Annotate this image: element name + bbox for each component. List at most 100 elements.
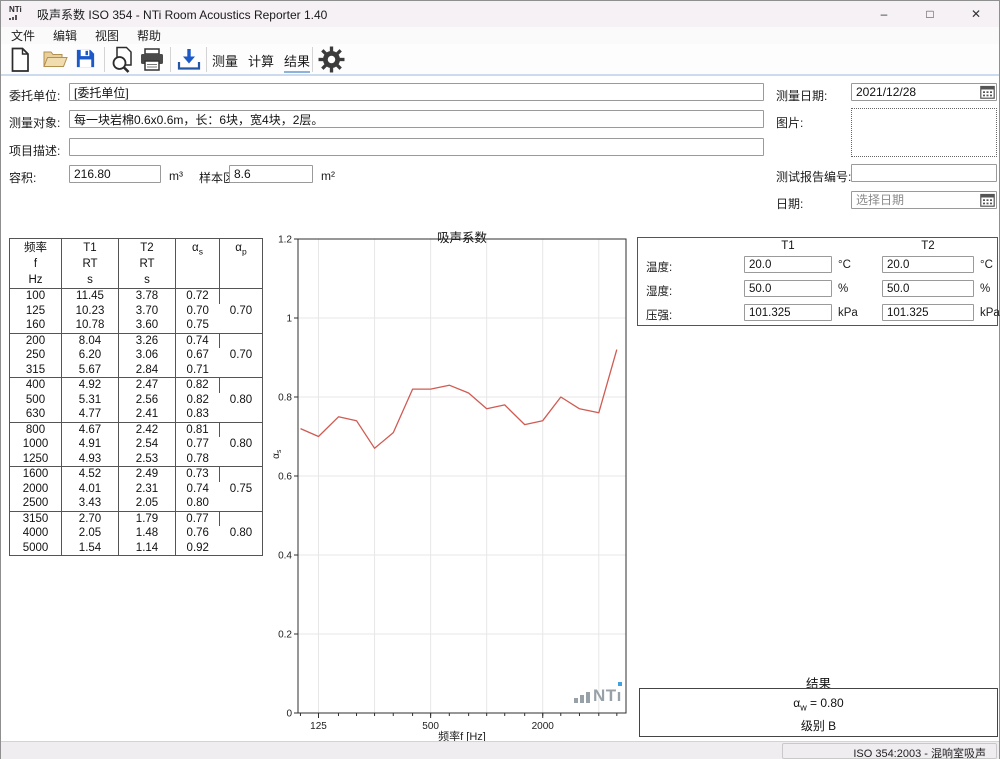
alpha-p-cell: 0.80 — [220, 422, 263, 467]
table-cell: 630 — [10, 407, 62, 422]
table-cell: 5.67 — [62, 363, 119, 378]
y-tick-label: 1 — [286, 314, 292, 325]
table-cell: 400 — [10, 378, 62, 393]
sample-area-input[interactable] — [229, 165, 313, 183]
y-tick-label: 0.6 — [278, 472, 292, 483]
date-input[interactable] — [851, 191, 997, 209]
table-cell: 3.43 — [62, 496, 119, 511]
volume-unit: m³ — [169, 169, 183, 183]
client-label: 委托单位: — [9, 87, 60, 104]
close-button[interactable]: ✕ — [953, 1, 999, 27]
table-cell: 4.67 — [62, 422, 119, 437]
table-cell: 4.92 — [62, 378, 119, 393]
date-field — [851, 191, 997, 209]
col-alpha-s: αs — [176, 239, 220, 289]
menu-help[interactable]: 帮助 — [137, 27, 161, 44]
y-tick-label: 0.2 — [278, 630, 292, 641]
calculate-button[interactable]: 计算 — [248, 51, 274, 70]
env-temperature-t2-input[interactable] — [882, 256, 974, 273]
minimize-button[interactable]: – — [861, 1, 907, 27]
table-cell: 1250 — [10, 452, 62, 467]
save-icon[interactable] — [74, 47, 97, 75]
table-cell: 4.91 — [62, 437, 119, 452]
open-file-icon[interactable] — [43, 49, 68, 75]
maximize-button[interactable]: □ — [907, 1, 953, 27]
status-standard-label: ISO 354:2003 - 混响室吸声 — [782, 743, 997, 759]
env-pressure-t2-input[interactable] — [882, 304, 974, 321]
results-button[interactable]: 结果 — [284, 51, 310, 73]
env-humidity-t2-input[interactable] — [882, 280, 974, 297]
calendar-icon[interactable] — [980, 85, 995, 99]
y-tick-label: 0.8 — [278, 393, 292, 404]
table-cell: 6.20 — [62, 348, 119, 363]
picture-dropzone[interactable] — [851, 108, 997, 157]
table-cell: 0.72 — [176, 289, 220, 304]
table-cell: 2500 — [10, 496, 62, 511]
print-icon[interactable] — [139, 48, 165, 77]
table-row: 4004.922.470.820.80 — [10, 378, 263, 393]
report-number-input[interactable] — [851, 164, 997, 182]
table-cell: 1.14 — [119, 541, 176, 556]
title-bar: NTi 吸声系数 ISO 354 - NTi Room Acoustics Re… — [1, 1, 999, 27]
env-humidity-t1-input[interactable] — [744, 280, 832, 297]
alpha-p-cell: 0.70 — [220, 289, 263, 334]
table-cell: 160 — [10, 318, 62, 333]
nti-watermark-logo: NTı — [574, 688, 622, 703]
table-cell: 2.70 — [62, 511, 119, 526]
status-bar: ISO 354:2003 - 混响室吸声 — [1, 741, 999, 759]
table-cell: 10.23 — [62, 304, 119, 319]
env-pressure-t1-unit: kPa — [838, 307, 858, 319]
table-cell: 0.77 — [176, 437, 220, 452]
table-cell: 3.06 — [119, 348, 176, 363]
toolbar-divider — [1, 74, 999, 76]
table-cell: 2.42 — [119, 422, 176, 437]
measure-date-field — [851, 83, 997, 101]
env-pressure-t1-input[interactable] — [744, 304, 832, 321]
menu-view[interactable]: 视图 — [95, 27, 119, 44]
table-row: 10011.453.780.720.70 — [10, 289, 263, 304]
measure-object-input[interactable] — [69, 110, 764, 128]
table-cell: 3.26 — [119, 333, 176, 348]
client-input[interactable] — [69, 83, 764, 101]
table-cell: 500 — [10, 393, 62, 408]
env-humidity-t2-unit: % — [980, 283, 990, 295]
env-temperature-t2-unit: °C — [980, 259, 993, 271]
project-desc-input[interactable] — [69, 138, 764, 156]
col-t2: T2RTs — [119, 239, 176, 289]
menu-edit[interactable]: 编辑 — [53, 27, 77, 44]
table-header-row: 频率fHz T1RTs T2RTs αs αp — [10, 239, 263, 289]
table-cell: 315 — [10, 363, 62, 378]
measure-date-label: 测量日期: — [776, 87, 827, 104]
y-tick-label: 1.2 — [278, 235, 292, 246]
alpha-w-result: αw = 0.80 — [640, 696, 997, 712]
table-cell: 100 — [10, 289, 62, 304]
env-pressure-label: 压强: — [646, 307, 672, 323]
env-humidity-t1-unit: % — [838, 283, 848, 295]
table-row: 16004.522.490.730.75 — [10, 467, 263, 482]
table-cell: 5.31 — [62, 393, 119, 408]
table-cell: 3.60 — [119, 318, 176, 333]
env-row-temperature: 温度:°C°C — [638, 255, 997, 279]
volume-input[interactable] — [69, 165, 161, 183]
env-temperature-t1-input[interactable] — [744, 256, 832, 273]
table-cell: 3150 — [10, 511, 62, 526]
table-cell: 2.56 — [119, 393, 176, 408]
table-cell: 0.70 — [176, 304, 220, 319]
table-row: 2008.043.260.740.70 — [10, 333, 263, 348]
report-number-label: 测试报告编号: — [776, 168, 851, 185]
table-row: 31502.701.790.770.80 — [10, 511, 263, 526]
table-cell: 0.92 — [176, 541, 220, 556]
menu-file[interactable]: 文件 — [11, 27, 35, 44]
class-result: 级别 B — [640, 717, 997, 734]
results-box: αw = 0.80 级别 B — [639, 688, 998, 737]
table-cell: 1600 — [10, 467, 62, 482]
table-cell: 2.53 — [119, 452, 176, 467]
measure-button[interactable]: 测量 — [212, 51, 238, 70]
measure-date-input[interactable] — [851, 83, 997, 101]
sample-area-unit: m² — [321, 169, 335, 183]
toolbar-separator — [312, 47, 313, 72]
table-cell: 4.52 — [62, 467, 119, 482]
table-cell: 2.05 — [62, 526, 119, 541]
calendar-icon[interactable] — [980, 193, 995, 207]
export-icon[interactable] — [176, 47, 202, 77]
